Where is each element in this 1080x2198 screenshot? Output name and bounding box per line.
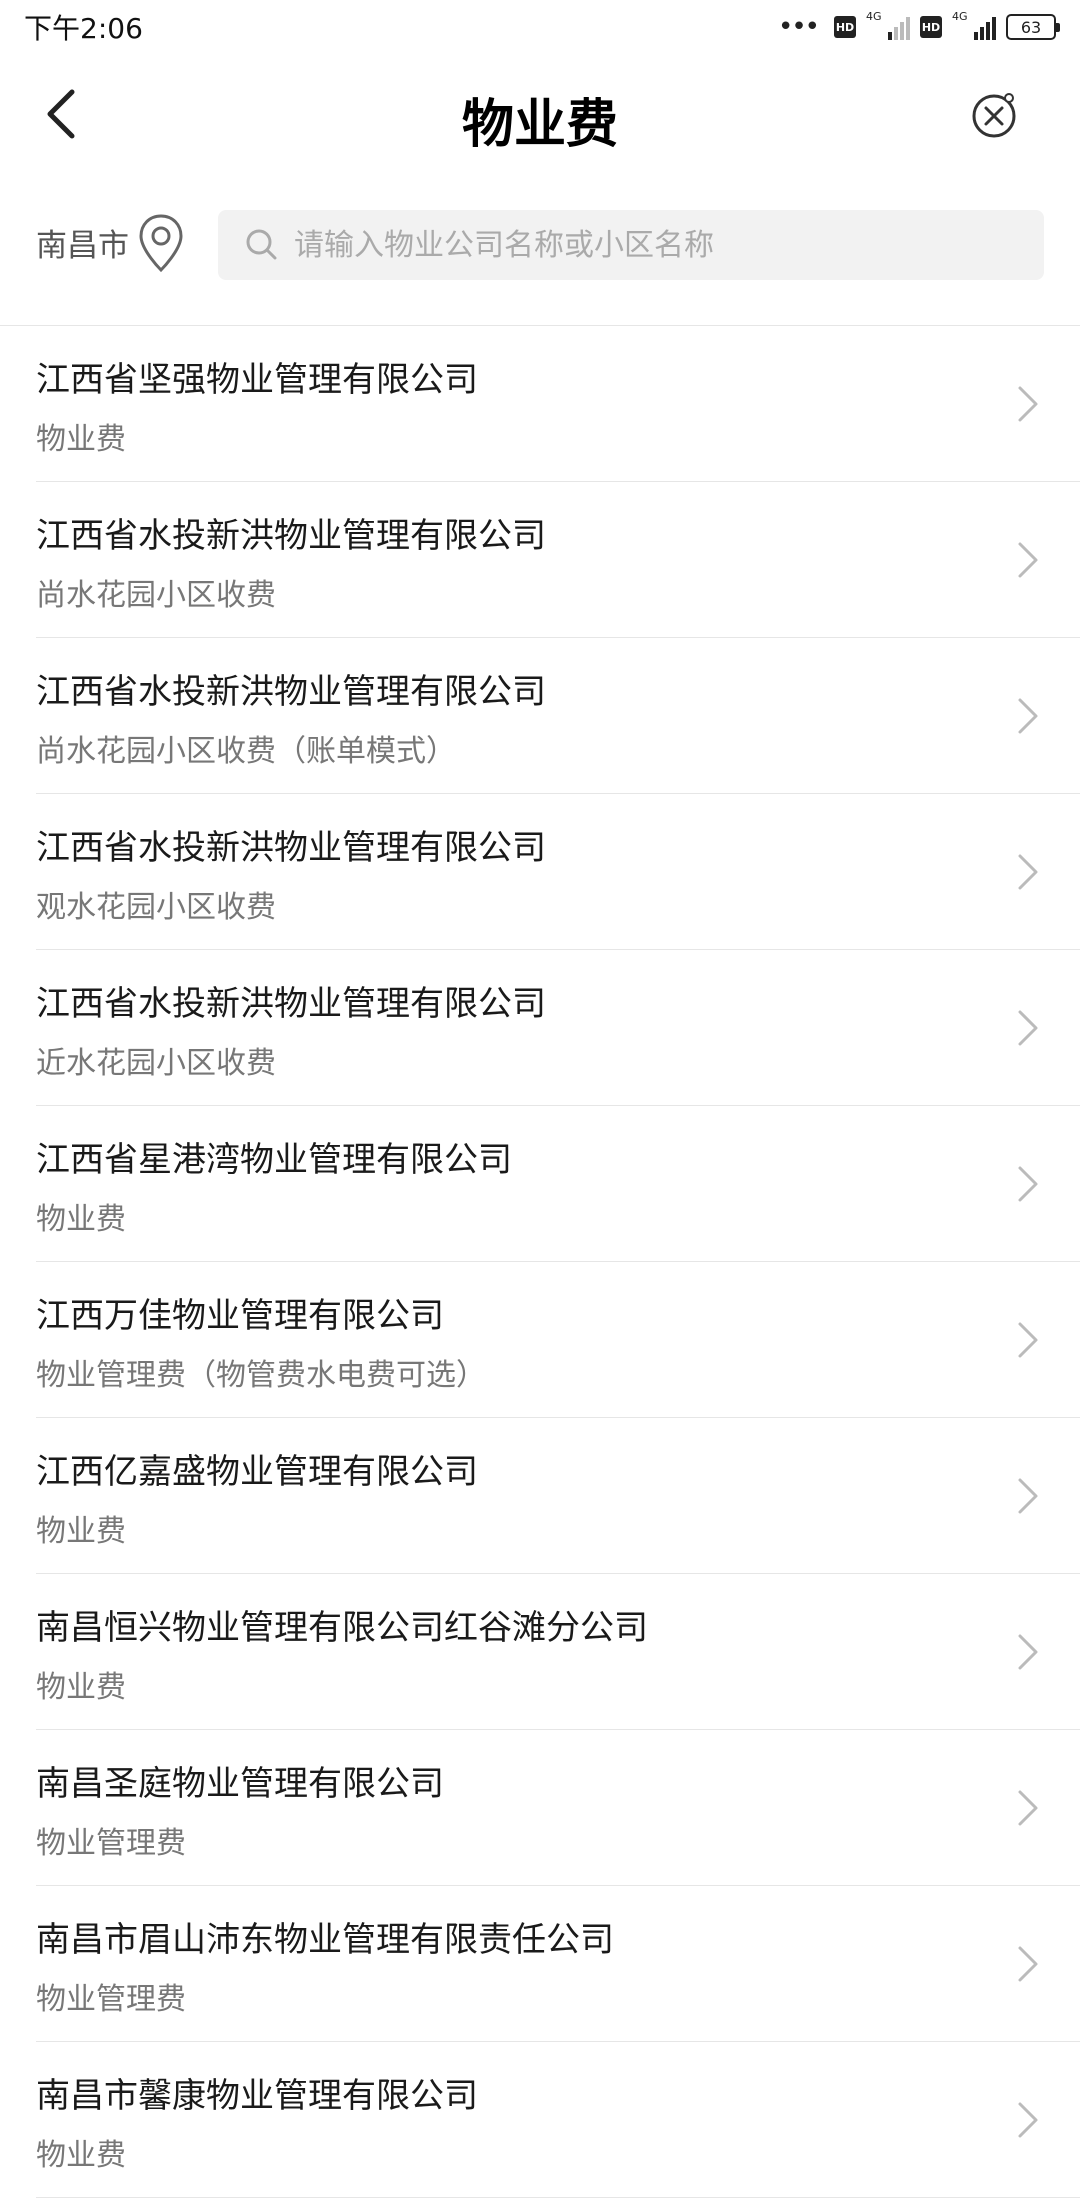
item-subtitle: 物业费 (36, 422, 126, 457)
list-item[interactable]: 江西省水投新洪物业管理有限公司 尚水花园小区收费（账单模式） (36, 638, 1080, 794)
chevron-right-icon (1018, 542, 1038, 578)
item-title: 江西省水投新洪物业管理有限公司 (36, 828, 546, 868)
battery-icon: 63 (1006, 14, 1060, 40)
close-button[interactable] (964, 86, 1024, 146)
item-subtitle: 物业管理费 (36, 1826, 186, 1861)
item-title: 江西万佳物业管理有限公司 (36, 1296, 444, 1336)
list-item[interactable]: 南昌圣庭物业管理有限公司 物业管理费 (36, 1730, 1080, 1886)
item-title: 南昌恒兴物业管理有限公司红谷滩分公司 (36, 1608, 648, 1648)
list-item[interactable]: 江西亿嘉盛物业管理有限公司 物业费 (36, 1418, 1080, 1574)
signal-icon: 4G (866, 10, 910, 42)
list-item[interactable]: 江西省水投新洪物业管理有限公司 尚水花园小区收费 (36, 482, 1080, 638)
list-item[interactable]: 南昌市馨康物业管理有限公司 物业费 (36, 2042, 1080, 2198)
item-title: 江西省坚强物业管理有限公司 (36, 360, 478, 400)
list-item[interactable]: 南昌恒兴物业管理有限公司红谷滩分公司 物业费 (36, 1574, 1080, 1730)
city-selector[interactable]: 南昌市 (36, 220, 129, 265)
list-item[interactable]: 江西万佳物业管理有限公司 物业管理费（物管费水电费可选） (36, 1262, 1080, 1418)
network-type: 4G (866, 10, 882, 23)
status-icons: ••• HD 4G HD 4G 63 (777, 0, 1060, 54)
status-time: 下午2:06 (24, 12, 143, 45)
chevron-right-icon (1018, 1010, 1038, 1046)
chevron-right-icon (1018, 1322, 1038, 1358)
chevron-right-icon (1018, 698, 1038, 734)
nav-bar: 物业费 (0, 54, 1080, 178)
search-row: 南昌市 (0, 208, 1080, 280)
item-title: 江西省水投新洪物业管理有限公司 (36, 672, 546, 712)
chevron-right-icon (1018, 386, 1038, 422)
item-subtitle: 物业费 (36, 1202, 126, 1237)
signal-icon: 4G (952, 10, 996, 42)
list-item[interactable]: 江西省坚强物业管理有限公司 物业费 (36, 326, 1080, 482)
item-title: 南昌圣庭物业管理有限公司 (36, 1764, 444, 1804)
list-item[interactable]: 南昌市眉山沛东物业管理有限责任公司 物业管理费 (36, 1886, 1080, 2042)
chevron-right-icon (1018, 1634, 1038, 1670)
chevron-right-icon (1018, 1478, 1038, 1514)
item-title: 南昌市眉山沛东物业管理有限责任公司 (36, 1920, 614, 1960)
item-title: 江西亿嘉盛物业管理有限公司 (36, 1452, 478, 1492)
item-subtitle: 观水花园小区收费 (36, 890, 276, 925)
hd-badge: HD (834, 16, 856, 38)
search-box[interactable] (218, 210, 1044, 280)
item-subtitle: 近水花园小区收费 (36, 1046, 276, 1081)
company-list: 江西省坚强物业管理有限公司 物业费 江西省水投新洪物业管理有限公司 尚水花园小区… (0, 325, 1080, 2198)
item-subtitle: 物业费 (36, 2138, 126, 2173)
item-title: 江西省水投新洪物业管理有限公司 (36, 516, 546, 556)
item-title: 江西省水投新洪物业管理有限公司 (36, 984, 546, 1024)
list-item[interactable]: 江西省水投新洪物业管理有限公司 观水花园小区收费 (36, 794, 1080, 950)
location-pin-icon[interactable] (135, 212, 187, 276)
chevron-right-icon (1018, 1166, 1038, 1202)
more-dots-icon: ••• (777, 12, 820, 42)
close-circle-icon (972, 93, 1016, 138)
item-title: 江西省星港湾物业管理有限公司 (36, 1140, 512, 1180)
item-subtitle: 物业管理费 (36, 1982, 186, 2017)
search-input[interactable] (294, 227, 1034, 263)
list-item[interactable]: 江西省星港湾物业管理有限公司 物业费 (36, 1106, 1080, 1262)
hd-badge: HD (920, 16, 942, 38)
list-item[interactable]: 江西省水投新洪物业管理有限公司 近水花园小区收费 (36, 950, 1080, 1106)
chevron-right-icon (1018, 2102, 1038, 2138)
status-bar: 下午2:06 ••• HD 4G HD 4G 63 (0, 0, 1080, 54)
item-subtitle: 物业费 (36, 1670, 126, 1705)
item-title: 南昌市馨康物业管理有限公司 (36, 2076, 478, 2116)
item-subtitle: 尚水花园小区收费（账单模式） (36, 734, 456, 769)
item-subtitle: 物业费 (36, 1514, 126, 1549)
item-subtitle: 物业管理费（物管费水电费可选） (36, 1358, 486, 1393)
chevron-right-icon (1018, 1790, 1038, 1826)
chevron-right-icon (1018, 1946, 1038, 1982)
network-type: 4G (952, 10, 968, 23)
chevron-right-icon (1018, 854, 1038, 890)
search-icon (246, 229, 277, 260)
page-title: 物业费 (461, 95, 618, 155)
item-subtitle: 尚水花园小区收费 (36, 578, 276, 613)
